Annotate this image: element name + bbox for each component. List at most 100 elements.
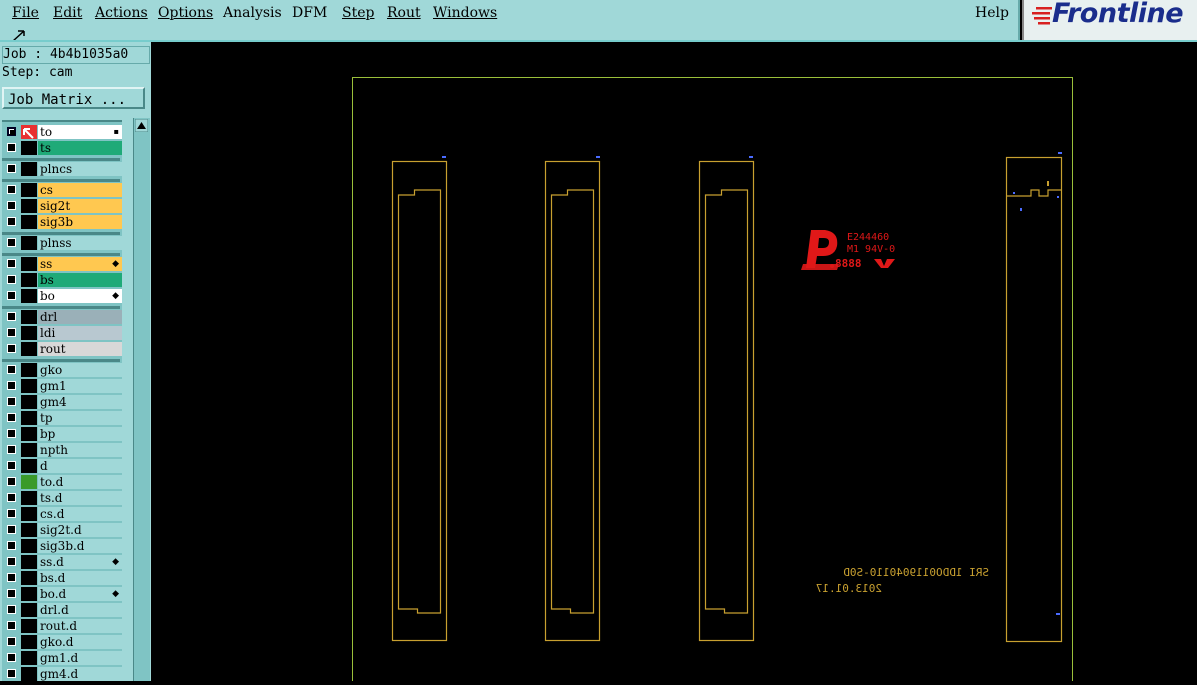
layer-color-swatch[interactable] bbox=[21, 141, 37, 155]
layer-row[interactable]: plncs bbox=[4, 162, 122, 177]
layer-row[interactable]: gm1.d bbox=[4, 651, 122, 666]
layer-color-swatch[interactable] bbox=[21, 635, 37, 649]
layer-row[interactable]: to ▪ bbox=[4, 125, 122, 140]
layer-checkbox[interactable] bbox=[7, 201, 16, 210]
menu-help[interactable]: Help bbox=[975, 5, 1009, 21]
layer-checkbox[interactable] bbox=[7, 637, 16, 646]
layer-row[interactable]: bs.d bbox=[4, 571, 122, 586]
layer-checkbox[interactable] bbox=[7, 328, 16, 337]
layer-row[interactable]: gko.d bbox=[4, 635, 122, 650]
layer-name-bs-d[interactable]: bs.d bbox=[38, 571, 122, 585]
layer-color-swatch[interactable] bbox=[21, 289, 37, 303]
menu-dfm[interactable]: DFM bbox=[292, 5, 327, 21]
layer-checkbox[interactable] bbox=[7, 653, 16, 662]
graphics-canvas[interactable]: E244460 M1 94V-0 8888 SRI 1DDO0119040110… bbox=[151, 42, 1197, 685]
layer-color-swatch[interactable] bbox=[21, 443, 37, 457]
layer-row[interactable]: sig2t.d bbox=[4, 523, 122, 538]
layer-row[interactable]: gm1 bbox=[4, 379, 122, 394]
layer-name-drl[interactable]: drl bbox=[38, 310, 122, 324]
layer-row[interactable]: rout bbox=[4, 342, 122, 357]
layer-color-swatch[interactable] bbox=[21, 199, 37, 213]
scroll-up-arrow-icon[interactable] bbox=[135, 119, 148, 132]
layer-checkbox[interactable] bbox=[7, 381, 16, 390]
layer-checkbox[interactable] bbox=[7, 589, 16, 598]
layer-color-swatch[interactable] bbox=[21, 162, 37, 176]
layer-name-ss[interactable]: ss bbox=[38, 257, 122, 271]
layer-name-bs[interactable]: bs bbox=[38, 273, 122, 287]
layer-row[interactable]: bs bbox=[4, 273, 122, 288]
layer-row[interactable]: tp bbox=[4, 411, 122, 426]
layer-name-sig3b-d[interactable]: sig3b.d bbox=[38, 539, 122, 553]
layer-color-swatch[interactable] bbox=[21, 411, 37, 425]
layer-checkbox[interactable] bbox=[7, 509, 16, 518]
layer-checkbox[interactable] bbox=[7, 259, 16, 268]
layer-row[interactable]: ldi bbox=[4, 326, 122, 341]
layer-color-swatch[interactable] bbox=[21, 587, 37, 601]
layer-row[interactable]: rout.d bbox=[4, 619, 122, 634]
layer-row[interactable]: bp bbox=[4, 427, 122, 442]
layer-row[interactable]: gm4 bbox=[4, 395, 122, 410]
layer-checkbox[interactable] bbox=[7, 164, 16, 173]
menu-edit[interactable]: Edit bbox=[53, 5, 82, 21]
layer-checkbox[interactable] bbox=[7, 541, 16, 550]
layer-color-swatch[interactable] bbox=[21, 523, 37, 537]
menu-options[interactable]: Options bbox=[158, 5, 213, 21]
menu-step[interactable]: Step bbox=[342, 5, 374, 21]
menu-windows[interactable]: Windows bbox=[433, 5, 497, 21]
layer-row[interactable]: drl.d bbox=[4, 603, 122, 618]
layer-row[interactable]: bo ◆ bbox=[4, 289, 122, 304]
layer-color-swatch[interactable] bbox=[21, 125, 37, 139]
layer-color-swatch[interactable] bbox=[21, 310, 37, 324]
layer-color-swatch[interactable] bbox=[21, 475, 37, 489]
layer-row[interactable]: ts bbox=[4, 141, 122, 156]
layer-color-swatch[interactable] bbox=[21, 395, 37, 409]
layer-checkbox[interactable] bbox=[7, 312, 16, 321]
layer-row[interactable]: npth bbox=[4, 443, 122, 458]
layer-name-sig3b[interactable]: sig3b bbox=[38, 215, 122, 229]
layer-checkbox[interactable] bbox=[7, 461, 16, 470]
layer-color-swatch[interactable] bbox=[21, 571, 37, 585]
layer-name-cs[interactable]: cs bbox=[38, 183, 122, 197]
layer-color-swatch[interactable] bbox=[21, 667, 37, 681]
layer-checkbox[interactable] bbox=[7, 605, 16, 614]
layer-row[interactable]: sig2t bbox=[4, 199, 122, 214]
layer-name-sig2t[interactable]: sig2t bbox=[38, 199, 122, 213]
layer-name-ts-d[interactable]: ts.d bbox=[38, 491, 122, 505]
layer-checkbox[interactable] bbox=[7, 275, 16, 284]
layer-name-gm1[interactable]: gm1 bbox=[38, 379, 122, 393]
layer-row[interactable]: sig3b bbox=[4, 215, 122, 230]
layer-name-bp[interactable]: bp bbox=[38, 427, 122, 441]
layer-color-swatch[interactable] bbox=[21, 183, 37, 197]
layer-row[interactable]: gm4.d bbox=[4, 667, 122, 681]
layer-color-swatch[interactable] bbox=[21, 539, 37, 553]
layer-name-to[interactable]: to bbox=[38, 125, 122, 139]
layer-name-bo[interactable]: bo bbox=[38, 289, 122, 303]
layer-name-bo-d[interactable]: bo.d bbox=[38, 587, 122, 601]
layer-checkbox[interactable] bbox=[7, 669, 16, 678]
layer-row[interactable]: to.d bbox=[4, 475, 122, 490]
layer-row[interactable]: drl bbox=[4, 310, 122, 325]
layer-checkbox[interactable] bbox=[7, 291, 16, 300]
layer-name-ldi[interactable]: ldi bbox=[38, 326, 122, 340]
layer-color-swatch[interactable] bbox=[21, 459, 37, 473]
layer-name-cs-d[interactable]: cs.d bbox=[38, 507, 122, 521]
layer-color-swatch[interactable] bbox=[21, 326, 37, 340]
layer-checkbox[interactable] bbox=[7, 493, 16, 502]
layer-name-gko[interactable]: gko bbox=[38, 363, 122, 377]
layer-name-plncs[interactable]: plncs bbox=[38, 162, 122, 176]
layer-checkbox[interactable] bbox=[7, 397, 16, 406]
layer-color-swatch[interactable] bbox=[21, 555, 37, 569]
layer-checkbox[interactable] bbox=[7, 127, 16, 136]
layer-row[interactable]: gko bbox=[4, 363, 122, 378]
layer-checkbox[interactable] bbox=[7, 621, 16, 630]
layer-checkbox[interactable] bbox=[7, 445, 16, 454]
layer-color-swatch[interactable] bbox=[21, 507, 37, 521]
layer-checkbox[interactable] bbox=[7, 557, 16, 566]
layer-name-gko-d[interactable]: gko.d bbox=[38, 635, 122, 649]
menu-file[interactable]: File bbox=[12, 5, 39, 21]
layer-checkbox[interactable] bbox=[7, 185, 16, 194]
layer-row[interactable]: cs bbox=[4, 183, 122, 198]
layer-checkbox[interactable] bbox=[7, 429, 16, 438]
layer-name-gm1-d[interactable]: gm1.d bbox=[38, 651, 122, 665]
layer-color-swatch[interactable] bbox=[21, 619, 37, 633]
